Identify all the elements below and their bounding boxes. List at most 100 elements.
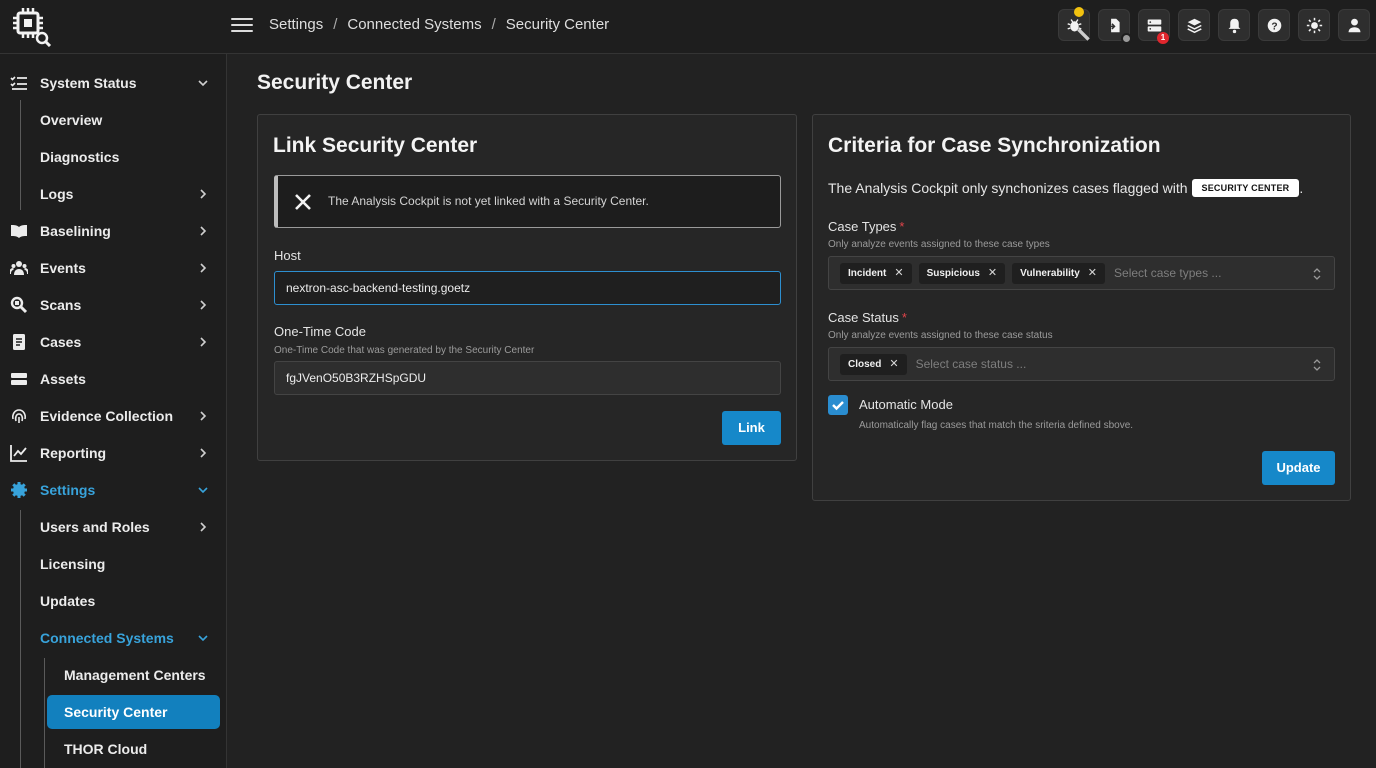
sidebar-item-evidence-collection[interactable]: Evidence Collection (0, 399, 227, 433)
case-status-placeholder: Select case status ... (915, 357, 1027, 371)
chevron-right-icon (200, 411, 207, 421)
clipboard-icon (13, 334, 25, 350)
sidebar-item-label: Management Centers (64, 667, 206, 683)
not-linked-alert: The Analysis Cockpit is not yet linked w… (274, 175, 781, 228)
select-arrows-icon (1313, 359, 1321, 371)
sync-end: . (1299, 180, 1304, 196)
host-label: Host (274, 248, 301, 263)
sidebar-item-baselining[interactable]: Baselining (0, 214, 227, 248)
sidebar-item-label: Overview (40, 112, 103, 128)
sidebar-item-management-centers[interactable]: Management Centers (0, 658, 227, 692)
sidebar-item-system-status[interactable]: System Status (0, 66, 227, 100)
hamburger-line (231, 24, 253, 26)
sidebar-item-scans[interactable]: Scans (0, 288, 227, 322)
sidebar-item-logs[interactable]: Logs (0, 177, 227, 211)
breadcrumb-separator: / (491, 16, 496, 33)
case-types-placeholder: Select case types ... (1114, 266, 1222, 280)
help-icon: ? (1267, 18, 1281, 32)
tag-label: Vulnerability (1020, 267, 1080, 279)
hamburger-line (231, 18, 253, 20)
list-check-icon (10, 76, 27, 90)
case-status-label-text: Case Status (828, 310, 899, 325)
chevron-right-icon (200, 337, 207, 347)
sidebar-item-label: Reporting (40, 445, 107, 461)
sidebar: System Status Overview Diagnostics Logs … (0, 54, 227, 768)
sidebar-item-security-center[interactable]: Security Center (47, 695, 220, 729)
tag-label: Incident (848, 267, 887, 279)
book-open-icon (11, 225, 27, 238)
sidebar-item-label: Logs (40, 186, 74, 202)
remove-tag-icon[interactable]: ✕ (889, 354, 898, 375)
server-icon (11, 373, 27, 385)
case-status-tag: Closed ✕ (840, 353, 907, 375)
bell-icon (1228, 18, 1240, 33)
sidebar-item-overview[interactable]: Overview (0, 103, 227, 137)
sidebar-item-reporting[interactable]: Reporting (0, 436, 227, 470)
link-button[interactable]: Link (722, 411, 781, 445)
breadcrumb-security-center: Security Center (505, 16, 610, 33)
gear-icon (11, 482, 27, 498)
case-types-help: Only analyze events assigned to these ca… (828, 239, 1050, 250)
app-logo-icon[interactable] (10, 7, 52, 48)
sidebar-item-users-and-roles[interactable]: Users and Roles (0, 510, 227, 544)
layers-icon (1186, 18, 1202, 33)
sidebar-item-settings[interactable]: Settings (0, 473, 227, 507)
sidebar-item-label: Scans (40, 297, 82, 313)
automatic-mode-help: Automatically flag cases that match the … (859, 420, 1134, 431)
required-mark: * (901, 310, 907, 325)
remove-tag-icon[interactable]: ✕ (988, 263, 997, 284)
user-icon (1348, 18, 1360, 32)
automatic-mode-label: Automatic Mode (859, 397, 953, 412)
sidebar-item-label: Diagnostics (40, 149, 120, 165)
layers-button[interactable] (1178, 9, 1210, 41)
line-chart-icon (10, 445, 27, 462)
sidebar-item-connected-systems[interactable]: Connected Systems (0, 621, 227, 655)
wrench-icon (1077, 28, 1090, 41)
file-import-button[interactable] (1098, 9, 1132, 44)
notifications-button[interactable] (1218, 9, 1250, 41)
sidebar-item-label: Users and Roles (40, 519, 150, 535)
select-arrows-icon (1313, 268, 1321, 280)
update-button[interactable]: Update (1262, 451, 1335, 485)
notification-badge: 1 (1157, 32, 1169, 44)
sidebar-item-diagnostics[interactable]: Diagnostics (0, 140, 227, 174)
hamburger-line (231, 30, 253, 32)
sidebar-item-licensing[interactable]: Licensing (0, 547, 227, 581)
sidebar-item-updates[interactable]: Updates (0, 584, 227, 618)
case-types-select[interactable]: Incident ✕ Suspicious ✕ Vulnerability ✕ Sel… (828, 256, 1335, 290)
bug-button[interactable] (1058, 7, 1090, 41)
server-button[interactable]: 1 (1138, 9, 1170, 44)
sun-icon (1306, 17, 1322, 33)
fingerprint-icon (12, 409, 26, 423)
sidebar-item-thor-cloud[interactable]: THOR Cloud (0, 732, 227, 766)
sidebar-item-events[interactable]: Events (0, 251, 227, 285)
sidebar-item-label: Evidence Collection (40, 408, 174, 424)
file-import-icon (1107, 18, 1120, 32)
host-input[interactable]: nextron-asc-backend-testing.goetz (274, 271, 781, 305)
case-type-tag: Vulnerability ✕ (1012, 262, 1106, 284)
sidebar-item-label: Assets (40, 371, 86, 387)
sidebar-item-label: Events (40, 260, 86, 276)
help-button[interactable]: ? (1258, 9, 1290, 41)
tag-label: Closed (848, 358, 882, 370)
close-icon (295, 194, 311, 210)
card-title: Criteria for Case Synchronization (828, 134, 1161, 157)
page-title: Security Center (257, 71, 413, 94)
remove-tag-icon[interactable]: ✕ (1088, 263, 1097, 284)
breadcrumb-settings[interactable]: Settings (269, 16, 323, 33)
menu-toggle-button[interactable] (231, 15, 253, 37)
breadcrumb-connected-systems[interactable]: Connected Systems (347, 16, 481, 33)
case-status-select[interactable]: Closed ✕ Select case status ... (828, 347, 1335, 381)
user-button[interactable] (1338, 9, 1370, 41)
theme-toggle-button[interactable] (1298, 9, 1330, 41)
case-types-label-text: Case Types (828, 219, 897, 234)
sidebar-item-cases[interactable]: Cases (0, 325, 227, 359)
sidebar-item-label: Baselining (40, 223, 111, 239)
case-type-tag: Incident ✕ (840, 262, 912, 284)
otc-input[interactable]: fgJVenO50B3RZHSpGDU (274, 361, 781, 395)
remove-tag-icon[interactable]: ✕ (894, 263, 903, 284)
automatic-mode-checkbox[interactable] (828, 395, 848, 415)
chevron-right-icon (200, 263, 207, 273)
sidebar-item-assets[interactable]: Assets (0, 362, 227, 396)
case-status-help: Only analyze events assigned to these ca… (828, 330, 1053, 341)
